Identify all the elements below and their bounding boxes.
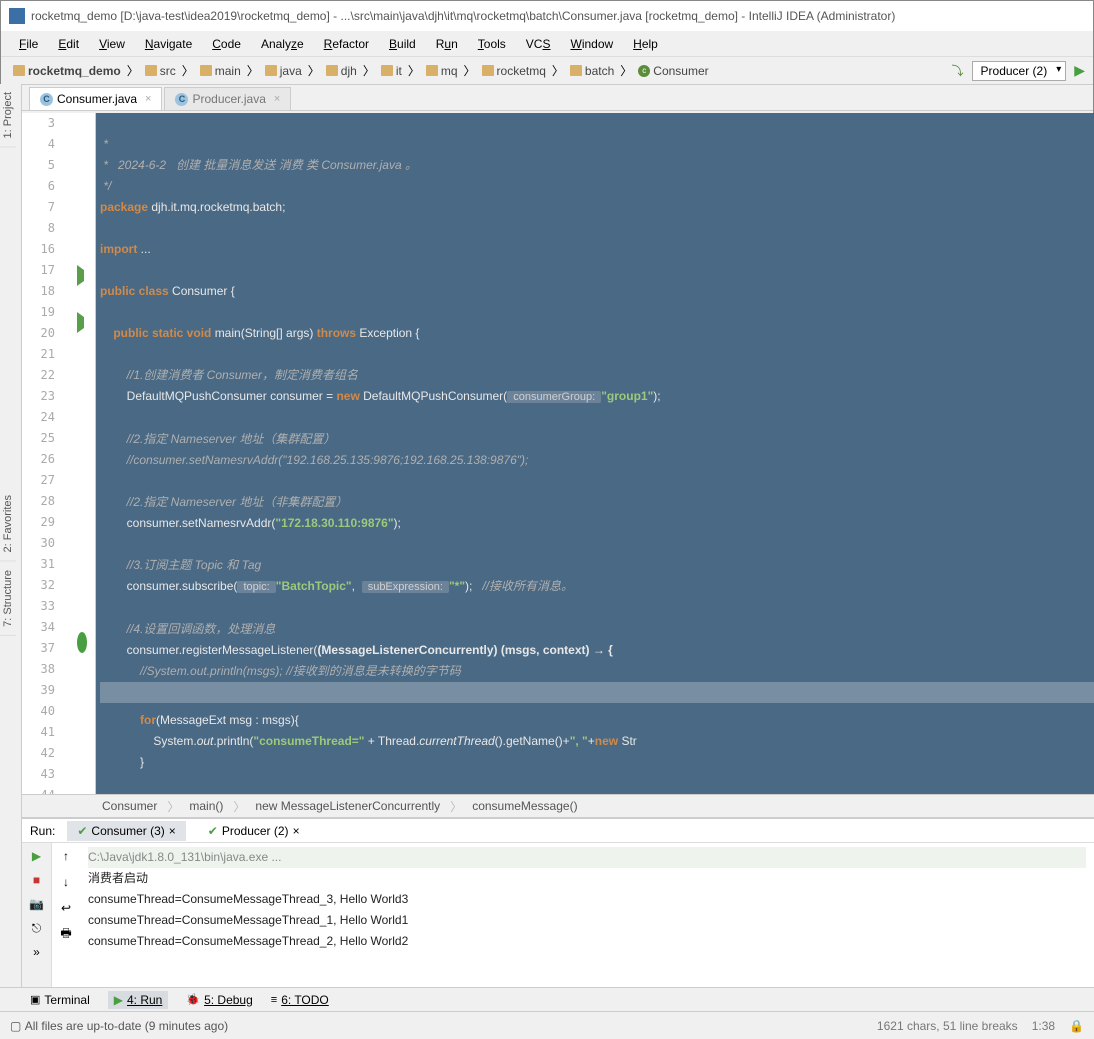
menu-run[interactable]: Run — [428, 35, 466, 53]
run-gutter-icon[interactable] — [77, 312, 84, 333]
tw-terminal[interactable]: ▣ Terminal — [30, 993, 90, 1007]
menu-window[interactable]: Window — [562, 35, 621, 53]
menu-refactor[interactable]: Refactor — [316, 35, 377, 53]
menu-code[interactable]: Code — [204, 35, 249, 53]
run-tab-consumer[interactable]: ✔Consumer (3)× — [67, 821, 185, 841]
run-toolbar-2: ↑ ↓ ↩ 🖶 — [52, 843, 80, 1011]
app-icon — [9, 8, 25, 24]
run-header: Run: ✔Consumer (3)× ✔Producer (2)× — [22, 819, 1094, 843]
crumb[interactable]: main — [196, 63, 245, 79]
tw-debug[interactable]: 🐞 5: Debug — [186, 993, 252, 1007]
crumb[interactable]: rocketmq — [478, 63, 550, 79]
bc-item[interactable]: main() — [189, 799, 223, 813]
class-icon: c — [638, 65, 650, 77]
more-button[interactable]: » — [28, 943, 46, 961]
close-icon[interactable]: × — [169, 824, 176, 838]
menu-view[interactable]: View — [91, 35, 133, 53]
console-output[interactable]: C:\Java\jdk1.8.0_131\bin\java.exe ... 消费… — [80, 843, 1094, 1011]
title-bar: rocketmq_demo [D:\java-test\idea2019\roc… — [1, 1, 1093, 31]
status-sync-icon[interactable]: ▢ — [10, 1019, 21, 1033]
crumb[interactable]: djh — [322, 63, 361, 79]
gutter: 3456781617181920212223242526272829303132… — [22, 113, 96, 794]
up-button[interactable]: ↑ — [57, 847, 75, 865]
menu-tools[interactable]: Tools — [470, 35, 514, 53]
menu-vcs[interactable]: VCS — [518, 35, 559, 53]
crumb[interactable]: it — [377, 63, 406, 79]
tw-run[interactable]: ▶ 4: Run — [108, 991, 169, 1009]
run-gutter-icon[interactable] — [77, 265, 84, 286]
rerun-button[interactable]: ▶ — [28, 847, 46, 865]
status-caret: 1:38 — [1032, 1019, 1055, 1033]
menu-analyze[interactable]: Analyze — [253, 35, 312, 53]
down-button[interactable]: ↓ — [57, 873, 75, 891]
status-ok-icon: ✔ — [208, 824, 218, 838]
menu-help[interactable]: Help — [625, 35, 666, 53]
close-icon[interactable]: × — [145, 93, 151, 105]
nav-bar: rocketmq_demo 〉src 〉main 〉java 〉djh 〉it … — [1, 57, 1093, 85]
status-bar: ▢ All files are up-to-date (9 minutes ag… — [0, 1011, 1094, 1039]
status-message: All files are up-to-date (9 minutes ago) — [25, 1019, 228, 1033]
tw-todo[interactable]: ≡ 6: TODO — [271, 993, 329, 1007]
crumb[interactable]: mq — [422, 63, 462, 79]
run-label: Run: — [30, 824, 55, 838]
menu-bar: File Edit View Navigate Code Analyze Ref… — [1, 31, 1093, 57]
tool-window-bar: ▣ Terminal ▶ 4: Run 🐞 5: Debug ≡ 6: TODO — [0, 987, 1094, 1011]
run-config-select[interactable]: Producer (2) — [972, 61, 1067, 81]
print-button[interactable]: 🖶 — [57, 925, 75, 943]
crumb[interactable]: java — [261, 63, 306, 79]
bc-item[interactable]: Consumer — [102, 799, 157, 813]
status-lock-icon[interactable]: 🔒 — [1069, 1019, 1084, 1033]
dump-button[interactable]: 📷 — [28, 895, 46, 913]
close-icon[interactable]: × — [293, 824, 300, 838]
status-selection: 1621 chars, 51 line breaks — [877, 1019, 1018, 1033]
folder-icon — [13, 65, 25, 76]
bc-item[interactable]: consumeMessage() — [472, 799, 577, 813]
crumb-class[interactable]: cConsumer — [634, 63, 712, 79]
tab-consumer[interactable]: CConsumer.java× — [29, 87, 162, 110]
java-class-icon: C — [40, 93, 53, 106]
java-class-icon: C — [175, 93, 188, 106]
side-structure[interactable]: 7: Structure — [0, 562, 16, 636]
run-toolbar: ▶ ■ 📷 ⎋ » — [22, 843, 52, 1011]
crumb[interactable]: batch — [566, 63, 618, 79]
side-favorites[interactable]: 2: Favorites — [0, 487, 16, 561]
tab-producer[interactable]: CProducer.java× — [164, 87, 291, 110]
build-icon[interactable]: ⤵ — [952, 62, 964, 79]
left-tool-strip: 1: Project 2: Favorites 7: Structure — [0, 84, 22, 1011]
crumb-root[interactable]: rocketmq_demo — [9, 63, 125, 79]
code-area[interactable]: * * 2024-6-2 创建 批量消息发送 消费 类 Consumer.jav… — [96, 113, 1094, 794]
editor-tabs: CConsumer.java× CProducer.java× — [1, 85, 1093, 111]
menu-edit[interactable]: Edit — [50, 35, 87, 53]
menu-build[interactable]: Build — [381, 35, 424, 53]
stop-button[interactable]: ■ — [28, 871, 46, 889]
side-project[interactable]: 1: Project — [0, 84, 16, 147]
run-tab-producer[interactable]: ✔Producer (2)× — [198, 821, 310, 841]
run-button[interactable]: ▶ — [1074, 62, 1085, 79]
gutter-icons — [77, 113, 95, 794]
close-icon[interactable]: × — [274, 93, 280, 105]
menu-file[interactable]: File — [11, 35, 46, 53]
breakpoint-icon[interactable] — [77, 632, 87, 653]
wrap-button[interactable]: ↩ — [57, 899, 75, 917]
run-panel: Run: ✔Consumer (3)× ✔Producer (2)× ▶ ■ 📷… — [22, 818, 1094, 1011]
exit-button[interactable]: ⎋ — [28, 919, 46, 937]
window-title: rocketmq_demo [D:\java-test\idea2019\roc… — [31, 9, 895, 23]
menu-navigate[interactable]: Navigate — [137, 35, 200, 53]
code-breadcrumb: Consumer〉 main()〉 new MessageListenerCon… — [22, 794, 1094, 818]
status-ok-icon: ✔ — [77, 824, 87, 838]
crumb[interactable]: src — [141, 63, 180, 79]
bc-item[interactable]: new MessageListenerConcurrently — [255, 799, 440, 813]
editor[interactable]: 3456781617181920212223242526272829303132… — [22, 113, 1094, 794]
line-numbers: 3456781617181920212223242526272829303132… — [22, 113, 77, 794]
